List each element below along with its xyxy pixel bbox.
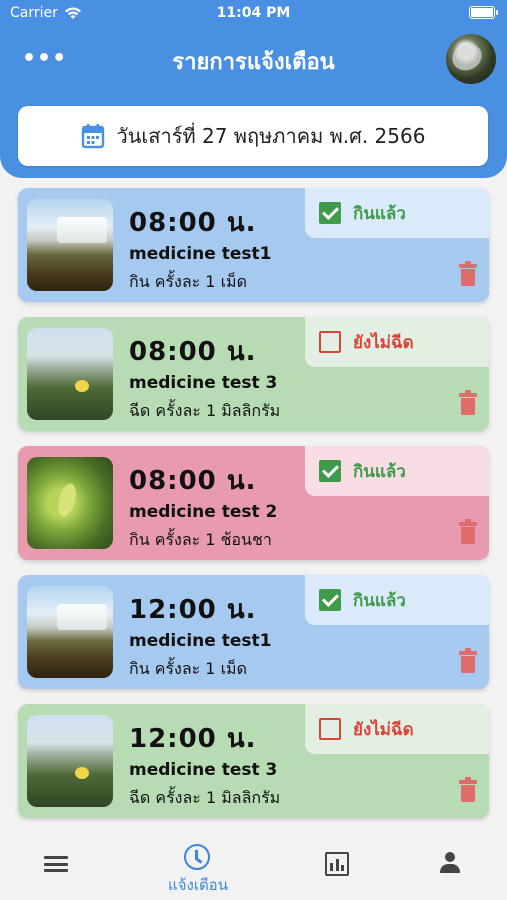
date-text: วันเสาร์ที่ 27 พฤษภาคม พ.ศ. 2566 xyxy=(116,124,426,148)
status-label: กินแล้ว xyxy=(353,590,406,611)
calendar-icon xyxy=(81,124,104,149)
medicine-name: medicine test1 xyxy=(129,631,272,651)
medicine-dose: กิน ครั้งละ 1 เม็ด xyxy=(129,272,247,291)
reminder-time: 08:00 น. xyxy=(129,208,257,238)
checkbox-checked-icon[interactable] xyxy=(319,589,341,611)
medicine-name: medicine test 2 xyxy=(129,502,278,522)
reminder-card[interactable]: 12:00 น. medicine test1 กิน ครั้งละ 1 เม… xyxy=(18,575,489,689)
page-title: รายการแจ้งเตือน xyxy=(172,50,335,75)
reminder-card[interactable]: 08:00 น. medicine test 2 กิน ครั้งละ 1 ช… xyxy=(18,446,489,560)
user-icon xyxy=(440,852,460,876)
reminder-time: 12:00 น. xyxy=(129,595,257,625)
status-label: ยังไม่ฉีด xyxy=(353,332,414,353)
list-icon xyxy=(44,856,68,872)
checkbox-checked-icon[interactable] xyxy=(319,460,341,482)
status-label: กินแล้ว xyxy=(353,203,406,224)
trash-icon[interactable] xyxy=(459,648,477,673)
trash-icon[interactable] xyxy=(459,777,477,802)
nav-alarm-label: แจ้งเตือน xyxy=(168,876,228,894)
alarm-icon xyxy=(184,844,210,870)
reminder-card[interactable]: 08:00 น. medicine test1 กิน ครั้งละ 1 เม… xyxy=(18,188,489,302)
bottom-nav: แจ้งเตือน xyxy=(0,832,507,900)
status-toggle[interactable]: กินแล้ว xyxy=(305,446,489,496)
trash-icon[interactable] xyxy=(459,390,477,415)
bar-chart-icon xyxy=(325,852,349,876)
reminder-time: 08:00 น. xyxy=(129,466,257,496)
battery-icon xyxy=(469,6,498,19)
reminder-list: 08:00 น. medicine test1 กิน ครั้งละ 1 เม… xyxy=(18,188,489,833)
status-time: 11:04 PM xyxy=(216,5,291,21)
nav-alarm-tab[interactable]: แจ้งเตือน xyxy=(156,832,236,900)
reminder-card[interactable]: 12:00 น. medicine test 3 ฉีด ครั้งละ 1 ม… xyxy=(18,704,489,818)
medicine-name: medicine test 3 xyxy=(129,760,278,780)
medicine-photo xyxy=(27,457,113,549)
checkbox-unchecked-icon[interactable] xyxy=(319,331,341,353)
avatar[interactable] xyxy=(446,34,496,84)
date-selector[interactable]: วันเสาร์ที่ 27 พฤษภาคม พ.ศ. 2566 xyxy=(18,106,488,166)
medicine-name: medicine test 3 xyxy=(129,373,278,393)
reminder-card[interactable]: 08:00 น. medicine test 3 ฉีด ครั้งละ 1 ม… xyxy=(18,317,489,431)
medicine-dose: กิน ครั้งละ 1 เม็ด xyxy=(129,659,247,678)
reminder-time: 12:00 น. xyxy=(129,724,257,754)
status-toggle[interactable]: ยังไม่ฉีด xyxy=(305,704,489,754)
trash-icon[interactable] xyxy=(459,261,477,286)
checkbox-unchecked-icon[interactable] xyxy=(319,718,341,740)
trash-icon[interactable] xyxy=(459,519,477,544)
medicine-photo xyxy=(27,586,113,678)
nav-report-tab[interactable] xyxy=(297,832,377,900)
medicine-photo xyxy=(27,715,113,807)
status-label: กินแล้ว xyxy=(353,461,406,482)
status-bar: Carrier 11:04 PM xyxy=(0,0,507,28)
status-label: ยังไม่ฉีด xyxy=(353,719,414,740)
reminder-time: 08:00 น. xyxy=(129,337,257,367)
medicine-dose: ฉีด ครั้งละ 1 มิลลิกรัม xyxy=(129,401,281,420)
medicine-photo xyxy=(27,199,113,291)
medicine-dose: ฉีด ครั้งละ 1 มิลลิกรัม xyxy=(129,788,281,807)
status-toggle[interactable]: ยังไม่ฉีด xyxy=(305,317,489,367)
status-toggle[interactable]: กินแล้ว xyxy=(305,575,489,625)
checkbox-checked-icon[interactable] xyxy=(319,202,341,224)
app-header: Carrier 11:04 PM ••• รายการแจ้งเตือน วัน… xyxy=(0,0,507,178)
medicine-dose: กิน ครั้งละ 1 ช้อนชา xyxy=(129,530,272,549)
medicine-name: medicine test1 xyxy=(129,244,272,264)
status-toggle[interactable]: กินแล้ว xyxy=(305,188,489,238)
nav-list-tab[interactable] xyxy=(18,832,98,900)
nav-profile-tab[interactable] xyxy=(410,832,490,900)
medicine-photo xyxy=(27,328,113,420)
